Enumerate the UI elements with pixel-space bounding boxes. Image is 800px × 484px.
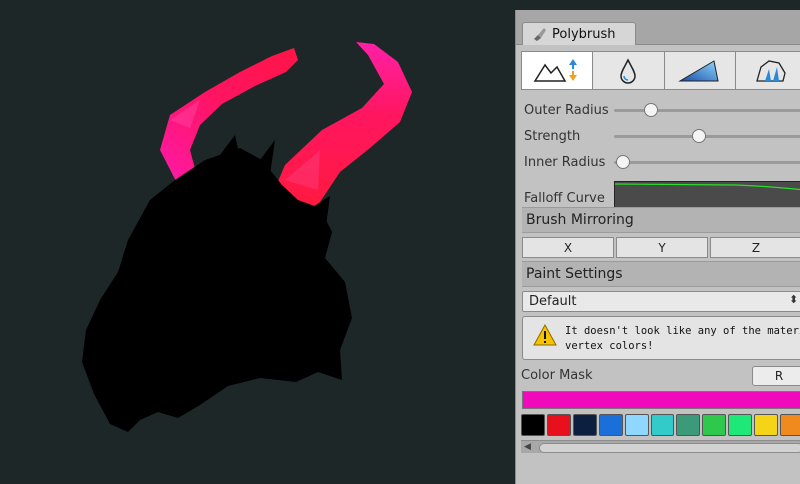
warning-icon [533,324,557,346]
strength-label: Strength [524,128,581,144]
warning-line-2: vertex colors! [565,340,654,352]
smooth-water-drop-icon [620,57,637,84]
outer-radius-knob[interactable] [644,103,658,117]
palette-swatch-5[interactable] [650,414,675,436]
warning-box: It doesn't look like any of the material… [522,316,800,360]
paint-settings-title: Paint Settings [526,266,623,282]
palette-swatch-9[interactable] [754,414,779,436]
tool-prefab-button[interactable] [734,51,800,90]
tool-smooth-button[interactable] [592,51,665,90]
dropdown-arrow-icon: ⬍ [789,293,799,306]
strength-row: Strength [524,126,800,146]
palette-swatch-8[interactable] [728,414,753,436]
palette-swatch-3[interactable] [598,414,623,436]
palette-swatch-7[interactable] [702,414,727,436]
mirror-axis-buttons: X Y Z [522,237,800,258]
paint-triangle-icon [677,59,719,81]
palette-swatch-6[interactable] [676,414,701,436]
mirror-z-button[interactable]: Z [710,237,800,258]
prefab-crystal-icon [756,59,786,82]
raise-lower-terrain-icon [533,58,578,82]
paint-settings-dropdown[interactable]: Default ⬍ [522,291,800,312]
inner-radius-row: Inner Radius [524,152,800,172]
paint-settings-header[interactable]: Paint Settings [522,261,800,287]
brush-mirroring-title: Brush Mirroring [526,212,634,228]
tool-paint-button[interactable] [663,51,736,90]
color-palette [521,414,800,436]
scene-viewport[interactable] [0,0,515,484]
right-horn [270,42,412,220]
tab-bar: Polybrush [516,10,800,45]
brush-icon [534,28,546,41]
outer-radius-label: Outer Radius [524,102,609,118]
tool-raise-lower-button[interactable] [521,51,594,90]
falloff-curve-label: Falloff Curve [524,191,605,206]
color-mask-label: Color Mask [521,368,593,383]
palette-swatch-0[interactable] [521,414,545,436]
mirror-y-button[interactable]: Y [616,237,708,258]
palette-swatch-1[interactable] [546,414,571,436]
dropdown-selected-value: Default [529,294,577,309]
current-color-field[interactable] [522,391,800,409]
palette-swatch-2[interactable] [572,414,597,436]
tab-label: Polybrush [552,26,616,42]
strength-track[interactable] [614,135,800,138]
warning-message: It doesn't look like any of the material… [565,324,800,354]
brush-mirroring-header[interactable]: Brush Mirroring [522,207,800,233]
tab-polybrush[interactable]: Polybrush [522,22,636,45]
outer-radius-row: Outer Radius [524,100,800,120]
palette-swatch-10[interactable] [780,414,800,436]
mirror-x-button[interactable]: X [522,237,614,258]
inner-radius-label: Inner Radius [524,154,606,170]
color-mask-r-toggle[interactable]: R [752,366,800,386]
warning-line-1: It doesn't look like any of the material… [565,325,800,337]
inner-radius-track[interactable] [614,161,800,164]
inner-radius-knob[interactable] [616,155,630,169]
scrollbar-thumb[interactable] [539,443,800,453]
tool-mode-toolbar [521,51,800,90]
horizontal-scrollbar[interactable]: ◀ [521,440,800,453]
strength-knob[interactable] [692,129,706,143]
polybrush-panel: Polybrush Outer Radius Strength Inner Ra… [515,10,800,484]
scroll-left-arrow-icon[interactable]: ◀ [524,442,531,452]
outer-radius-track[interactable] [614,109,800,112]
palette-swatch-4[interactable] [624,414,649,436]
